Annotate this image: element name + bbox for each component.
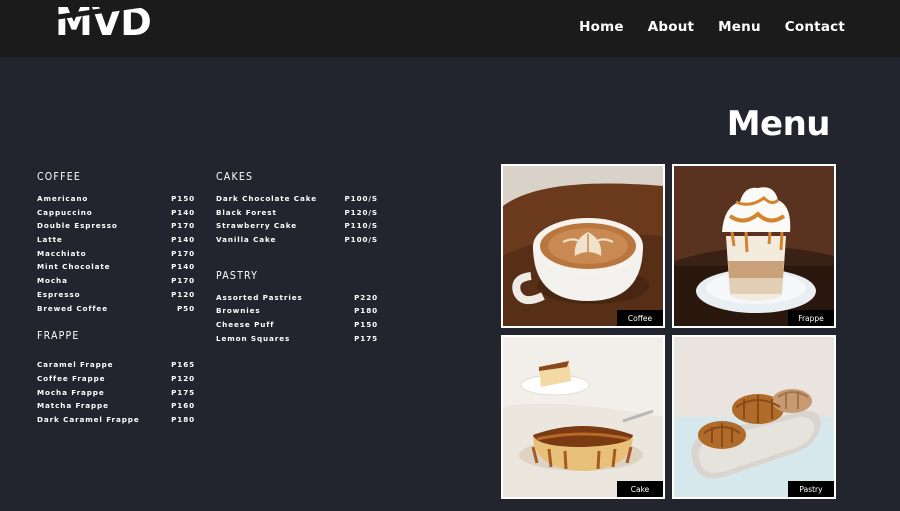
item-name: Macchiato: [37, 248, 87, 258]
menu-column-left: COFFEE Americano P150 Cappuccino P140 Doub…: [37, 170, 195, 427]
item-name: Matcha Frappe: [37, 401, 109, 411]
pastry-list: Assorted Pastries P220 Brownies P180 Chees…: [216, 291, 378, 346]
photo-label-cake: Cake: [617, 481, 663, 497]
item-name: Black Forest: [216, 207, 277, 217]
item-name: Assorted Pastries: [216, 292, 303, 302]
section-title-coffee: COFFEE: [37, 171, 82, 183]
item-price: P220: [354, 292, 378, 302]
item-name: Americano: [37, 194, 89, 203]
menu-item: Lemon Squares P175: [216, 332, 378, 346]
menu-item: Cheese Puff P150: [216, 318, 378, 332]
item-price: P170: [171, 248, 195, 258]
photo-gallery: Coffee Frappe Cake Pastry: [501, 164, 836, 499]
menu-item: Cappuccino P140: [37, 206, 195, 220]
nav-menu: Home About Menu Contact: [579, 19, 845, 35]
photo-label-coffee: Coffee: [617, 310, 663, 326]
item-price: P150: [171, 194, 195, 203]
photo-coffee[interactable]: Coffee: [501, 164, 665, 328]
photo-label-frappe: Frappe: [788, 310, 834, 326]
nav-link-about[interactable]: About: [648, 19, 694, 35]
item-name: Mint Chocolate: [37, 262, 111, 272]
item-name: Mocha: [37, 276, 68, 286]
item-price: P150: [354, 320, 378, 330]
item-price: P140: [171, 235, 195, 245]
item-price: P175: [171, 387, 195, 397]
menu-item: Espresso P120: [37, 288, 195, 302]
item-name: Cappuccino: [37, 207, 93, 217]
item-name: Espresso: [37, 289, 81, 299]
page-title: Menu: [726, 104, 831, 144]
menu-item: Double Espresso P170: [37, 219, 195, 233]
item-name: Strawberry Cake: [216, 221, 298, 231]
item-price: P100/S: [344, 194, 378, 203]
item-name: Coffee Frappe: [37, 373, 106, 383]
menu-item: Americano P150: [37, 192, 195, 206]
menu-item: Dark Caramel Frappe P180: [37, 413, 195, 427]
menu-item: Assorted Pastries P220: [216, 291, 378, 305]
menu-item: Brewed Coffee P50: [37, 302, 195, 316]
photo-frappe[interactable]: Frappe: [672, 164, 836, 328]
photo-label-pastry: Pastry: [788, 481, 834, 497]
item-name: Latte: [37, 235, 63, 245]
menu-item: Brownies P180: [216, 304, 378, 318]
frappe-list: Caramel Frappe P165 Coffee Frappe P120 Moc…: [37, 358, 195, 426]
item-price: P100/S: [344, 235, 378, 245]
cake-illustration: [503, 337, 663, 497]
item-name: Double Espresso: [37, 221, 118, 231]
item-name: Dark Chocolate Cake: [216, 194, 317, 203]
item-price: P110/S: [344, 221, 378, 231]
menu-item: Black Forest P120/S: [216, 206, 378, 220]
item-name: Dark Caramel Frappe: [37, 414, 140, 424]
item-price: P180: [171, 414, 195, 424]
menu-item: Matcha Frappe P160: [37, 399, 195, 413]
menu-item: Dark Chocolate Cake P100/S: [216, 192, 378, 206]
item-price: P140: [171, 207, 195, 217]
item-price: P160: [171, 401, 195, 411]
photo-pastry[interactable]: Pastry: [672, 335, 836, 499]
section-title-pastry: PASTRY: [216, 269, 259, 282]
item-price: P180: [354, 306, 378, 316]
menu-item: Coffee Frappe P120: [37, 372, 195, 386]
item-name: Lemon Squares: [216, 333, 291, 343]
coffee-cup-illustration: [503, 166, 663, 326]
coffee-list: Americano P150 Cappuccino P140 Double Espr…: [37, 192, 195, 315]
pastry-illustration: [674, 337, 834, 497]
menu-item: Mocha P170: [37, 274, 195, 288]
section-title-frappe: FRAPPE: [37, 330, 80, 343]
brand-logo[interactable]: MVD: [55, 2, 151, 42]
section-title-cakes: CAKES: [216, 171, 254, 183]
menu-item: Mocha Frappe P175: [37, 386, 195, 400]
menu-item: Strawberry Cake P110/S: [216, 219, 378, 233]
item-price: P120: [171, 289, 195, 299]
nav-link-menu[interactable]: Menu: [718, 19, 761, 35]
item-name: Vanilla Cake: [216, 235, 277, 245]
menu-item: Macchiato P170: [37, 247, 195, 261]
item-name: Mocha Frappe: [37, 387, 105, 397]
photo-cake[interactable]: Cake: [501, 335, 665, 499]
item-price: P165: [171, 360, 195, 370]
menu-item: Latte P140: [37, 233, 195, 247]
item-price: P120/S: [344, 207, 378, 217]
item-price: P170: [171, 221, 195, 231]
navbar: MVD Home About Menu Contact: [0, 0, 900, 57]
cakes-list: Dark Chocolate Cake P100/S Black Forest P1…: [216, 192, 378, 247]
menu-item: Caramel Frappe P165: [37, 358, 195, 372]
item-price: P140: [171, 262, 195, 272]
item-price: P175: [354, 333, 378, 343]
frappe-illustration: [674, 166, 834, 326]
item-name: Brownies: [216, 306, 261, 316]
menu-item: Vanilla Cake P100/S: [216, 233, 378, 247]
menu-item: Mint Chocolate P140: [37, 260, 195, 274]
menu-column-middle: CAKES Dark Chocolate Cake P100/S Black Fo…: [216, 170, 378, 346]
item-name: Caramel Frappe: [37, 360, 114, 370]
item-price: P120: [171, 373, 195, 383]
item-price: P50: [177, 303, 195, 313]
nav-link-contact[interactable]: Contact: [785, 19, 845, 35]
item-name: Brewed Coffee: [37, 303, 108, 313]
nav-link-home[interactable]: Home: [579, 19, 624, 35]
item-name: Cheese Puff: [216, 320, 275, 330]
item-price: P170: [171, 276, 195, 286]
